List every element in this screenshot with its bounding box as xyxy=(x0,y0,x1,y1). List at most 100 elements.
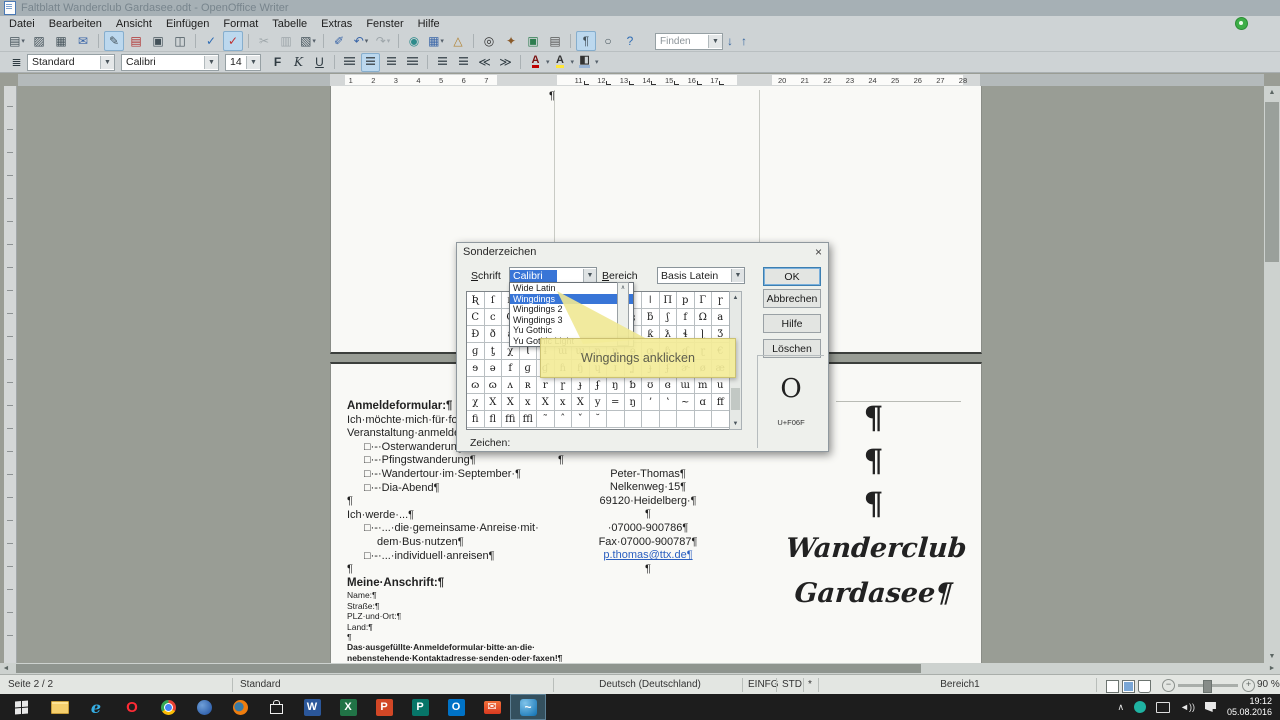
char-cell[interactable]: Ð xyxy=(467,326,485,343)
find-replace-icon[interactable]: ◎ xyxy=(479,31,499,51)
char-cell[interactable] xyxy=(642,411,660,428)
notification-center-icon[interactable] xyxy=(1205,702,1216,712)
ok-button[interactable]: OK xyxy=(763,267,821,286)
horizontal-scroll-thumb[interactable] xyxy=(16,664,921,673)
char-cell[interactable]: ʄ xyxy=(590,377,608,394)
char-cell[interactable]: ﬄ xyxy=(520,411,538,428)
char-cell[interactable]: ə xyxy=(485,360,503,377)
tray-app-icon[interactable] xyxy=(1134,701,1146,713)
highlight-color-button[interactable]: A xyxy=(551,53,570,72)
char-cell[interactable]: ɷ xyxy=(485,377,503,394)
char-cell[interactable]: ɞ xyxy=(660,377,678,394)
speaker-icon[interactable]: ◄)) xyxy=(1180,702,1195,712)
menu-extras[interactable]: Extras xyxy=(314,18,359,30)
char-cell[interactable]: X xyxy=(537,394,555,411)
char-cell[interactable]: ɘ xyxy=(467,360,485,377)
zoom-in-icon[interactable]: + xyxy=(1242,679,1255,692)
firefox-icon[interactable] xyxy=(222,694,258,720)
network-icon[interactable] xyxy=(1156,702,1170,713)
char-cell[interactable]: ſ xyxy=(485,292,503,309)
char-cell[interactable] xyxy=(712,411,730,428)
char-cell[interactable]: ǀ xyxy=(642,292,660,309)
char-cell[interactable] xyxy=(677,411,695,428)
menu-tabelle[interactable]: Tabelle xyxy=(265,18,314,30)
justify-button[interactable] xyxy=(403,53,422,72)
horizontal-ruler[interactable]: 123456711121314151617202122232425262728 xyxy=(18,74,1264,86)
scroll-down-icon[interactable]: ▼ xyxy=(1264,650,1280,663)
char-cell[interactable]: u xyxy=(712,377,730,394)
spellcheck-icon[interactable]: ✓ xyxy=(201,31,221,51)
char-cell[interactable]: ɡ xyxy=(520,360,538,377)
start-button[interactable] xyxy=(8,697,34,717)
zoom-out-icon[interactable]: − xyxy=(1162,679,1175,692)
char-cell[interactable]: ﬀ xyxy=(712,394,730,411)
book-view-icon[interactable] xyxy=(1138,680,1151,693)
cancel-button[interactable]: Abbrechen xyxy=(763,289,821,308)
decrease-indent-button[interactable]: ≪ xyxy=(475,53,494,72)
chevron-down-icon[interactable]: ▾ xyxy=(595,58,599,66)
save-icon[interactable]: ▦ xyxy=(51,31,71,51)
char-cell[interactable]: X xyxy=(572,394,590,411)
zoom-slider-thumb[interactable] xyxy=(1203,680,1212,693)
chevron-down-icon[interactable]: ▾ xyxy=(21,37,25,45)
char-cell[interactable]: a xyxy=(712,309,730,326)
align-left-button[interactable] xyxy=(340,53,359,72)
data-sources-icon[interactable]: ▤ xyxy=(545,31,565,51)
language-indicator[interactable]: Deutsch (Deutschland) xyxy=(560,679,740,690)
char-cell[interactable]: Χ xyxy=(485,394,503,411)
char-cell[interactable]: Π xyxy=(660,292,678,309)
multi-page-view-icon[interactable] xyxy=(1122,680,1135,693)
autospellcheck-icon[interactable]: ✓ xyxy=(223,31,243,51)
navigator-icon[interactable]: ✦ xyxy=(501,31,521,51)
opera-icon[interactable]: O xyxy=(114,694,150,720)
bullet-list-button[interactable] xyxy=(454,53,473,72)
align-center-button[interactable] xyxy=(361,53,380,72)
char-cell[interactable]: ɟ xyxy=(572,377,590,394)
word-icon[interactable]: W xyxy=(294,694,330,720)
font-option[interactable]: Yu Gothic xyxy=(510,325,633,336)
chevron-down-icon[interactable]: ▼ xyxy=(246,56,260,69)
gallery-icon[interactable]: ▣ xyxy=(523,31,543,51)
clock[interactable]: 19:12 05.08.2016 xyxy=(1227,696,1276,718)
menu-datei[interactable]: Datei xyxy=(2,18,42,30)
char-cell[interactable]: ˆ xyxy=(555,411,573,428)
menu-fenster[interactable]: Fenster xyxy=(359,18,410,30)
cut-icon[interactable]: ✂ xyxy=(254,31,274,51)
chevron-down-icon[interactable]: ▾ xyxy=(571,58,575,66)
align-right-button[interactable] xyxy=(382,53,401,72)
chevron-down-icon[interactable]: ▾ xyxy=(546,58,550,66)
scroll-up-icon[interactable]: ▲ xyxy=(730,292,741,303)
char-cell[interactable]: ʃ xyxy=(660,309,678,326)
store-icon[interactable] xyxy=(258,694,294,720)
hyperlink-icon[interactable]: ◉ xyxy=(404,31,424,51)
char-cell[interactable]: x xyxy=(555,394,573,411)
font-option[interactable]: Wingdings xyxy=(510,294,633,305)
char-cell[interactable]: C xyxy=(467,309,485,326)
styles-panel-icon[interactable]: ≣ xyxy=(7,53,26,72)
char-cell[interactable]: Γ xyxy=(695,292,713,309)
scroll-down-icon[interactable]: ▼ xyxy=(730,418,741,429)
single-page-view-icon[interactable] xyxy=(1106,680,1119,693)
menu-bearbeiten[interactable]: Bearbeiten xyxy=(42,18,109,30)
mail-icon[interactable]: ✉ xyxy=(474,694,510,720)
background-color-button[interactable]: ◧ xyxy=(575,53,594,72)
chevron-down-icon[interactable]: ▼ xyxy=(100,56,114,69)
explorer-icon[interactable] xyxy=(42,694,78,720)
char-cell[interactable]: ɡ xyxy=(467,343,485,360)
char-cell[interactable]: f xyxy=(502,360,520,377)
char-cell[interactable]: ʊ xyxy=(642,377,660,394)
char-cell[interactable]: X xyxy=(502,394,520,411)
redo-icon[interactable]: ↷▾ xyxy=(373,31,393,51)
undo-icon[interactable]: ↶▾ xyxy=(351,31,371,51)
find-next-button[interactable]: ↓ xyxy=(727,34,733,48)
chrome-icon[interactable] xyxy=(150,694,186,720)
char-cell[interactable]: ~ xyxy=(677,394,695,411)
publisher-icon[interactable]: P xyxy=(402,694,438,720)
numbered-list-button[interactable] xyxy=(433,53,452,72)
char-cell[interactable]: ƃ xyxy=(642,309,660,326)
char-cell[interactable] xyxy=(625,411,643,428)
dialog-title-bar[interactable]: Sonderzeichen × xyxy=(457,243,828,260)
email-link[interactable]: p.thomas@ttx.de¶ xyxy=(558,549,738,563)
close-icon[interactable]: × xyxy=(815,245,822,259)
menu-einfügen[interactable]: Einfügen xyxy=(159,18,216,30)
